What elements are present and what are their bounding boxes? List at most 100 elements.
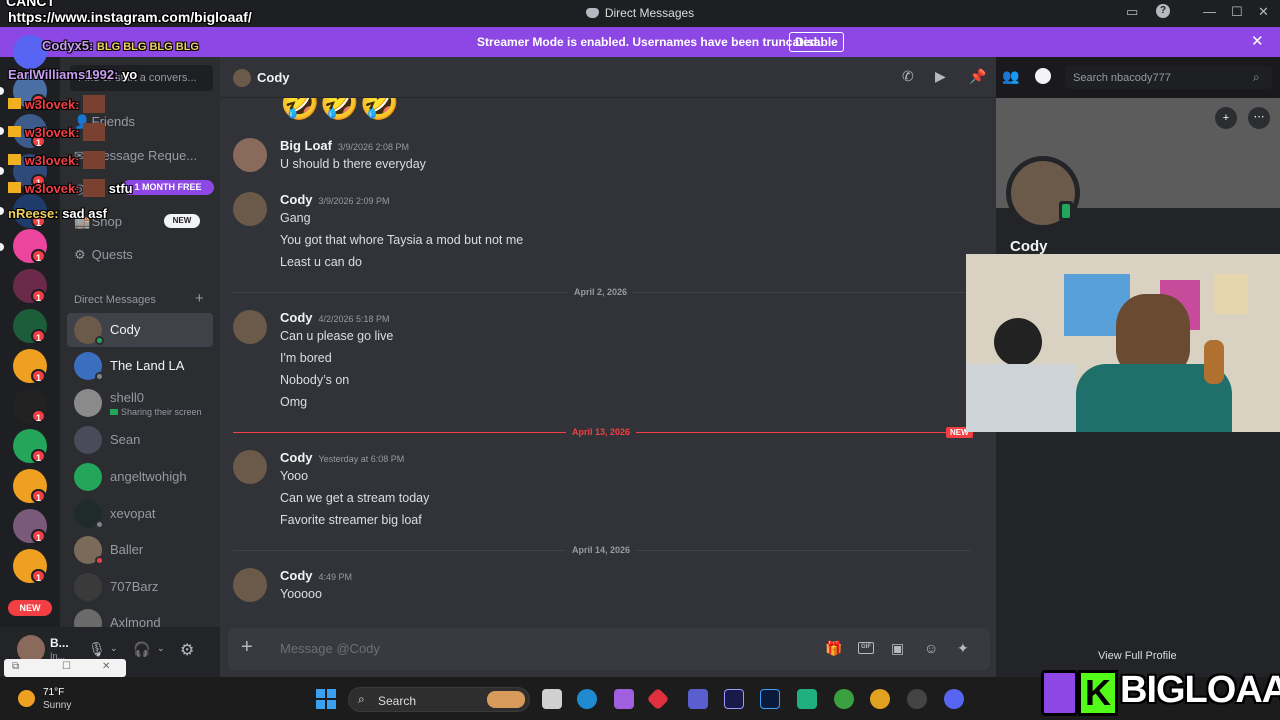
window-title: Direct Messages — [604, 6, 695, 20]
close-banner-icon[interactable]: ✕ — [1251, 32, 1264, 50]
dm-item-shell0[interactable]: shell0 Sharing their screen — [67, 386, 213, 420]
close-window-button[interactable]: ✕ — [1258, 4, 1269, 20]
weather-temp[interactable]: 71°F — [43, 687, 64, 698]
emoji-icon[interactable]: ☺ — [924, 640, 938, 656]
pin-icon[interactable]: 📌 — [969, 68, 986, 85]
apps-icon[interactable]: ✦ — [957, 640, 969, 657]
message-text: Yooo — [280, 469, 309, 483]
minimize-button[interactable]: — — [1203, 4, 1216, 19]
disable-streamer-mode-button[interactable]: Disable — [789, 32, 844, 52]
message-author[interactable]: Cody — [280, 450, 313, 465]
search-highlight-icon — [487, 691, 525, 708]
add-friend-icon[interactable]: + — [1215, 107, 1237, 129]
date-divider-label: April 2, 2026 — [568, 287, 634, 297]
restore-icon[interactable]: ⧉ — [12, 661, 19, 672]
avatar[interactable] — [233, 192, 267, 226]
avatar — [74, 426, 102, 454]
photoshop-icon[interactable] — [760, 689, 780, 709]
sticker-icon[interactable]: ▣ — [891, 640, 904, 657]
message-author[interactable]: Cody — [280, 192, 313, 207]
message-text: You got that whore Taysia a mod but not … — [280, 233, 524, 247]
edge-icon[interactable] — [577, 689, 597, 709]
nav-quests[interactable]: ⚙ Quests — [74, 247, 133, 263]
avatar[interactable] — [233, 138, 267, 172]
screen-share-icon — [110, 409, 118, 415]
crown-badge-icon — [8, 154, 21, 165]
premiere-icon[interactable] — [724, 689, 744, 709]
message-text: Can u please go live — [280, 329, 394, 343]
dm-item-xevopat[interactable]: xevopat — [67, 497, 213, 531]
fan — [994, 318, 1042, 366]
maximize-icon[interactable]: ☐ — [62, 661, 71, 672]
app-icon[interactable] — [797, 689, 817, 709]
voice-call-icon[interactable]: ✆ — [902, 68, 914, 85]
message-text: Nobody’s on — [280, 373, 350, 387]
avatar[interactable] — [233, 310, 267, 344]
weather-desc[interactable]: Sunny — [43, 700, 71, 711]
message-text: U should b there everyday — [280, 157, 426, 171]
add-friends-icon[interactable]: 👥 — [1002, 68, 1019, 85]
poster — [1214, 274, 1248, 314]
gift-icon[interactable]: 🎁 — [825, 640, 842, 657]
discord-taskbar-icon[interactable] — [944, 689, 964, 709]
help-icon[interactable]: ? — [1156, 4, 1170, 18]
emoji-row: 🤣🤣🤣 — [280, 98, 400, 121]
more-options-icon[interactable]: ⋯ — [1248, 107, 1270, 129]
obs-icon[interactable] — [907, 689, 927, 709]
nitro-badge: 1 MONTH FREE — [122, 180, 214, 195]
avatar[interactable] — [233, 568, 267, 602]
video-call-icon[interactable]: ▶ — [935, 68, 946, 85]
avatar — [233, 69, 251, 87]
taskbar-search[interactable]: ⌕ Search — [348, 687, 530, 712]
crown-badge-icon — [8, 182, 21, 193]
brand-name: BIGLOAAF — [1120, 669, 1280, 711]
dm-item-sean[interactable]: Sean — [67, 423, 213, 457]
avatar — [74, 463, 102, 491]
settings-gear-icon[interactable]: ⚙ — [180, 640, 194, 660]
message-author[interactable]: Cody — [280, 568, 313, 583]
weather-sun-icon — [18, 690, 35, 707]
create-dm-icon[interactable]: + — [195, 290, 204, 307]
chevron-down-icon[interactable]: ⌄ — [157, 643, 165, 654]
chat-search-input[interactable]: Search nbacody777 — [1065, 66, 1272, 89]
windows-start-icon[interactable] — [316, 689, 336, 709]
dm-item-baller[interactable]: Baller — [67, 533, 213, 567]
headphones-icon[interactable]: 🎧 — [133, 641, 150, 658]
chevron-down-icon[interactable]: ⌄ — [110, 643, 118, 654]
new-badge: NEW — [8, 600, 52, 616]
message-author[interactable]: Cody — [280, 310, 313, 325]
dm-item-cody[interactable]: Cody — [67, 313, 213, 347]
message-author[interactable]: Big Loaf — [280, 138, 332, 153]
view-full-profile-link[interactable]: View Full Profile — [1098, 650, 1177, 662]
kick-icon: K — [1078, 670, 1118, 716]
dm-item-707barz[interactable]: 707Barz — [67, 570, 213, 604]
date-divider-label: April 14, 2026 — [566, 545, 637, 555]
message-text: I'm bored — [280, 351, 332, 365]
avatar[interactable] — [233, 450, 267, 484]
close-icon[interactable]: ✕ — [102, 661, 110, 672]
message-text: Least u can do — [280, 255, 363, 269]
task-view-icon[interactable] — [542, 689, 562, 709]
crown-badge-icon — [8, 98, 21, 109]
dm-item-angeltwohigh[interactable]: angeltwohigh — [67, 460, 213, 494]
microphone-icon[interactable]: 🎙 — [88, 641, 106, 658]
maximize-button[interactable]: ☐ — [1231, 4, 1243, 20]
message-input[interactable]: Message @Cody — [280, 641, 380, 656]
inbox-icon[interactable]: ▭ — [1126, 4, 1138, 20]
chrome-icon[interactable] — [834, 689, 854, 709]
search-icon: ⌕ — [358, 692, 365, 706]
user-profile-icon[interactable] — [1035, 68, 1051, 84]
message-text: Can we get a stream today — [280, 491, 430, 505]
copilot-icon[interactable] — [614, 689, 634, 709]
status-icon — [95, 556, 104, 565]
dm-item-axlmond[interactable]: Axlmond — [67, 606, 213, 627]
overlay-text: CANCT — [6, 0, 55, 9]
chrome-icon[interactable] — [870, 689, 890, 709]
teams-icon[interactable] — [688, 689, 708, 709]
guitar — [1204, 340, 1224, 384]
discord-icon — [585, 8, 599, 18]
attach-plus-icon[interactable]: + — [241, 637, 253, 657]
emote-icon — [83, 123, 106, 141]
dm-item-the-land-la[interactable]: The Land LA — [67, 349, 213, 383]
gif-icon[interactable]: GIF — [858, 642, 874, 654]
